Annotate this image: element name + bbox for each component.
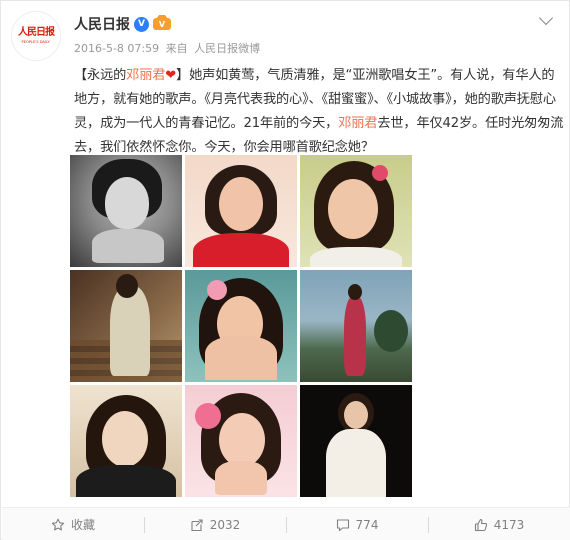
comment-button[interactable]: 774: [286, 508, 428, 540]
photo-tree: [374, 310, 408, 352]
photo-face: [105, 177, 149, 229]
mention-link-2[interactable]: 邓丽君: [338, 116, 377, 131]
favorite-button[interactable]: 收藏: [2, 508, 144, 540]
repost-count: 2032: [209, 517, 241, 532]
photo-body: [310, 247, 402, 267]
account-name[interactable]: 人民日报: [74, 14, 130, 34]
photo-face: [219, 413, 265, 467]
account-header: 人民日报 V V: [74, 14, 171, 34]
photo-9[interactable]: [300, 385, 412, 497]
star-icon: [51, 518, 65, 530]
logo-subtext: PEOPLE'S DAILY: [21, 39, 51, 44]
chevron-down-icon[interactable]: [538, 10, 554, 26]
photo-body: [344, 296, 366, 376]
weibo-post-card: 人民日报 PEOPLE'S DAILY 人民日报 V V 2016-5-8 07…: [0, 0, 570, 540]
vip-badge-icon[interactable]: V: [153, 15, 171, 30]
heart-icon: ❤: [165, 68, 177, 83]
repost-icon: [191, 518, 203, 531]
photo-5[interactable]: [185, 270, 297, 382]
photo-body: [193, 233, 289, 267]
avatar[interactable]: 人民日报 PEOPLE'S DAILY: [11, 11, 61, 61]
photo-7[interactable]: [70, 385, 182, 497]
photo-hands: [205, 336, 277, 380]
repost-button[interactable]: 2032: [144, 508, 286, 540]
post-timestamp[interactable]: 2016-5-8 07:59: [74, 42, 159, 55]
photo-head: [116, 274, 138, 298]
like-button[interactable]: 4173: [428, 508, 570, 540]
photo-1[interactable]: [70, 155, 182, 267]
photo-hand: [215, 461, 267, 495]
action-bar: 收藏 2032 774 4173: [2, 507, 570, 540]
photo-4[interactable]: [70, 270, 182, 382]
mention-link[interactable]: 邓丽君: [126, 68, 165, 83]
photo-face: [344, 401, 368, 429]
verified-icon[interactable]: V: [134, 16, 149, 32]
photo-hands: [92, 229, 164, 263]
photo-body: [326, 429, 386, 497]
source-prefix: 来自: [165, 42, 188, 55]
photo-flower: [207, 280, 227, 300]
photo-head: [348, 284, 362, 300]
favorite-label: 收藏: [70, 518, 95, 532]
post-source[interactable]: 人民日报微博: [194, 42, 260, 55]
photo-face: [102, 411, 148, 467]
photo-8[interactable]: [185, 385, 297, 497]
photo-flower: [372, 165, 388, 181]
photo-2[interactable]: [185, 155, 297, 267]
thumbs-up-icon: [474, 518, 487, 531]
comment-icon: [336, 518, 349, 531]
post-text-open: 【永远的: [74, 68, 127, 83]
photo-body: [76, 465, 176, 497]
photo-3[interactable]: [300, 155, 412, 267]
comment-count: 774: [355, 517, 379, 532]
logo-text: 人民日报: [18, 27, 55, 38]
like-count: 4173: [493, 517, 525, 532]
photo-body: [110, 286, 150, 376]
post-text: 【永远的邓丽君❤】她声如黄莺，气质清雅，是“亚洲歌唱女王”。有人说，有华人的地方…: [74, 64, 564, 160]
photo-flower: [195, 403, 221, 429]
photo-face: [328, 179, 378, 239]
photo-6[interactable]: [300, 270, 412, 382]
photo-face: [219, 177, 263, 231]
post-meta: 2016-5-8 07:59 来自 人民日报微博: [74, 40, 260, 56]
